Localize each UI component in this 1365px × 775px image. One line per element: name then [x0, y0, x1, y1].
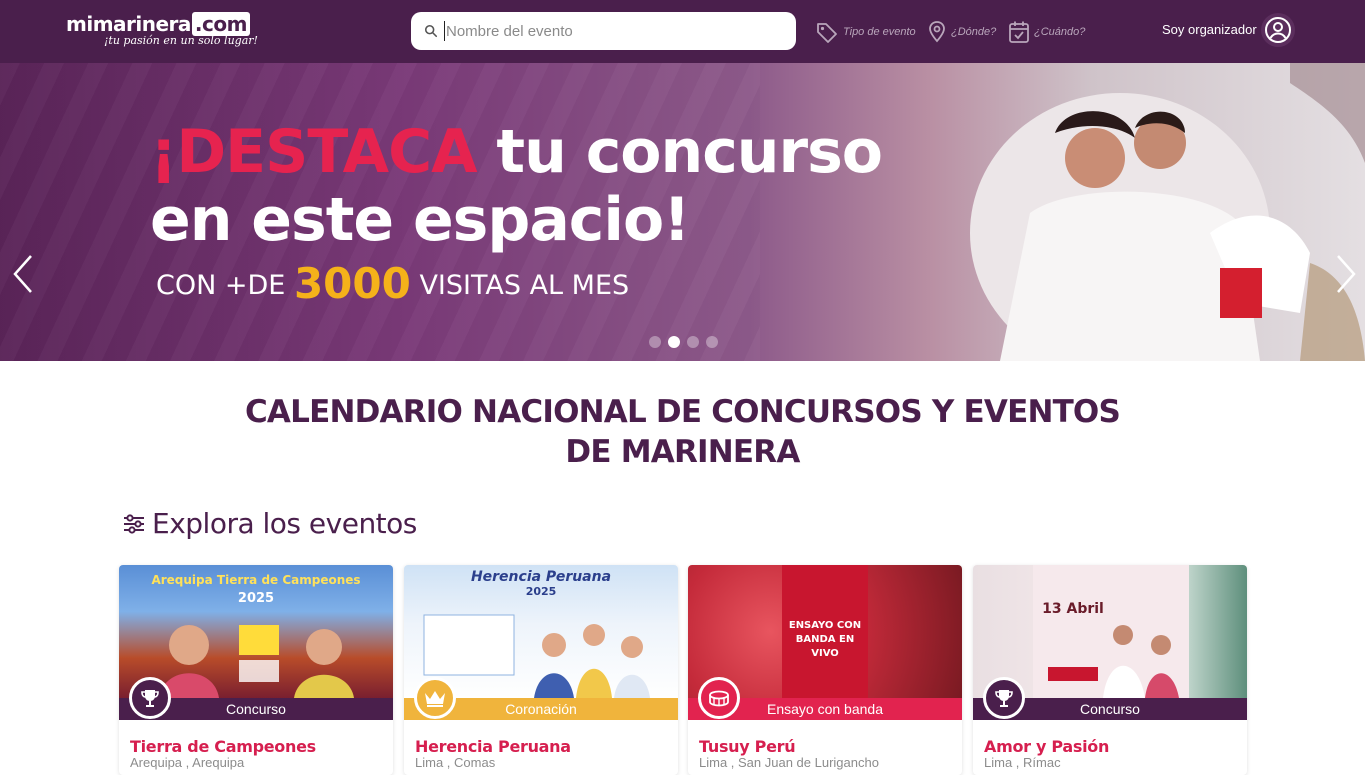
carousel-dot-2[interactable] [668, 336, 680, 348]
event-location: Lima , Rímac [984, 755, 1061, 770]
logo-tagline: ¡tu pasión en un solo lugar! [104, 34, 258, 47]
event-title[interactable]: Tierra de Campeones [130, 737, 316, 756]
site-logo[interactable]: mimarinera .com ¡tu pasión en un solo lug… [66, 12, 258, 54]
filter-location[interactable]: ¿Dónde? [927, 20, 996, 44]
event-title[interactable]: Herencia Peruana [415, 737, 571, 756]
carousel-next-arrow-icon[interactable] [1333, 253, 1359, 295]
search-icon [424, 24, 438, 38]
search-input[interactable] [444, 21, 784, 41]
event-card[interactable]: Herencia Peruana 2025 Coronación Herenci… [404, 565, 678, 775]
filter-event-type-label: Tipo de evento [843, 26, 916, 38]
banner-headline: ¡DESTACA tu concurso [150, 117, 883, 187]
banner-subline: CON +DE 3000 VISITAS AL MES [156, 259, 630, 308]
event-card[interactable]: ENSAYO CON BANDA EN VIVO Ensayo con band… [688, 565, 962, 775]
carousel-dots [649, 336, 718, 348]
carousel-dot-4[interactable] [706, 336, 718, 348]
event-category-badge [129, 677, 171, 719]
drum-icon [709, 690, 729, 707]
carousel-prev-arrow-icon[interactable] [10, 253, 36, 295]
event-category-badge [698, 677, 740, 719]
user-account-button[interactable] [1261, 13, 1295, 47]
event-location: Lima , San Juan de Lurigancho [699, 755, 879, 770]
user-circle-icon [1265, 17, 1291, 43]
event-location: Lima , Comas [415, 755, 496, 770]
event-poster-image: 13 Abril [973, 565, 1247, 698]
section-title: Explora los eventos [122, 507, 417, 540]
filter-location-label: ¿Dónde? [951, 26, 997, 38]
event-poster-image: Herencia Peruana 2025 [404, 565, 678, 698]
trophy-icon [995, 690, 1013, 707]
search-box[interactable] [411, 12, 796, 50]
crown-icon [425, 691, 445, 707]
event-location: Arequipa , Arequipa [130, 755, 245, 770]
page-title: CALENDARIO NACIONAL DE CONCURSOS Y EVENT… [244, 394, 1121, 470]
event-title[interactable]: Tusuy Perú [699, 737, 796, 756]
event-card[interactable]: 13 Abril Concurso Amor y Pasión Lima , R… [973, 565, 1247, 775]
filter-date-label: ¿Cuándo? [1034, 26, 1086, 38]
calendar-check-icon [1009, 21, 1029, 43]
section-title-label: Explora los eventos [152, 507, 417, 540]
carousel-dot-1[interactable] [649, 336, 661, 348]
dancers-photo [970, 63, 1365, 361]
top-navbar: mimarinera .com ¡tu pasión en un solo lug… [0, 0, 1365, 63]
filter-date[interactable]: ¿Cuándo? [1008, 20, 1085, 44]
trophy-icon [141, 690, 159, 707]
location-pin-icon [929, 21, 945, 43]
event-category-badge [983, 677, 1025, 719]
organizer-link[interactable]: Soy organizador [1162, 22, 1257, 37]
event-poster-image: Arequipa Tierra de Campeones 2025 [119, 565, 393, 698]
sliders-icon [124, 513, 144, 534]
tag-icon [817, 23, 837, 43]
event-category-badge [414, 677, 456, 719]
event-card[interactable]: Arequipa Tierra de Campeones 2025 Concur… [119, 565, 393, 775]
logo-wordmark: mimarinera .com [66, 12, 250, 36]
filter-event-type[interactable]: Tipo de evento [815, 20, 916, 44]
hero-carousel: ¡DESTACA tu concurso en este espacio! CO… [0, 63, 1365, 361]
banner-headline-line2: en este espacio! [150, 185, 691, 255]
event-title[interactable]: Amor y Pasión [984, 737, 1109, 756]
event-poster-image: ENSAYO CON BANDA EN VIVO [688, 565, 962, 698]
carousel-dot-3[interactable] [687, 336, 699, 348]
